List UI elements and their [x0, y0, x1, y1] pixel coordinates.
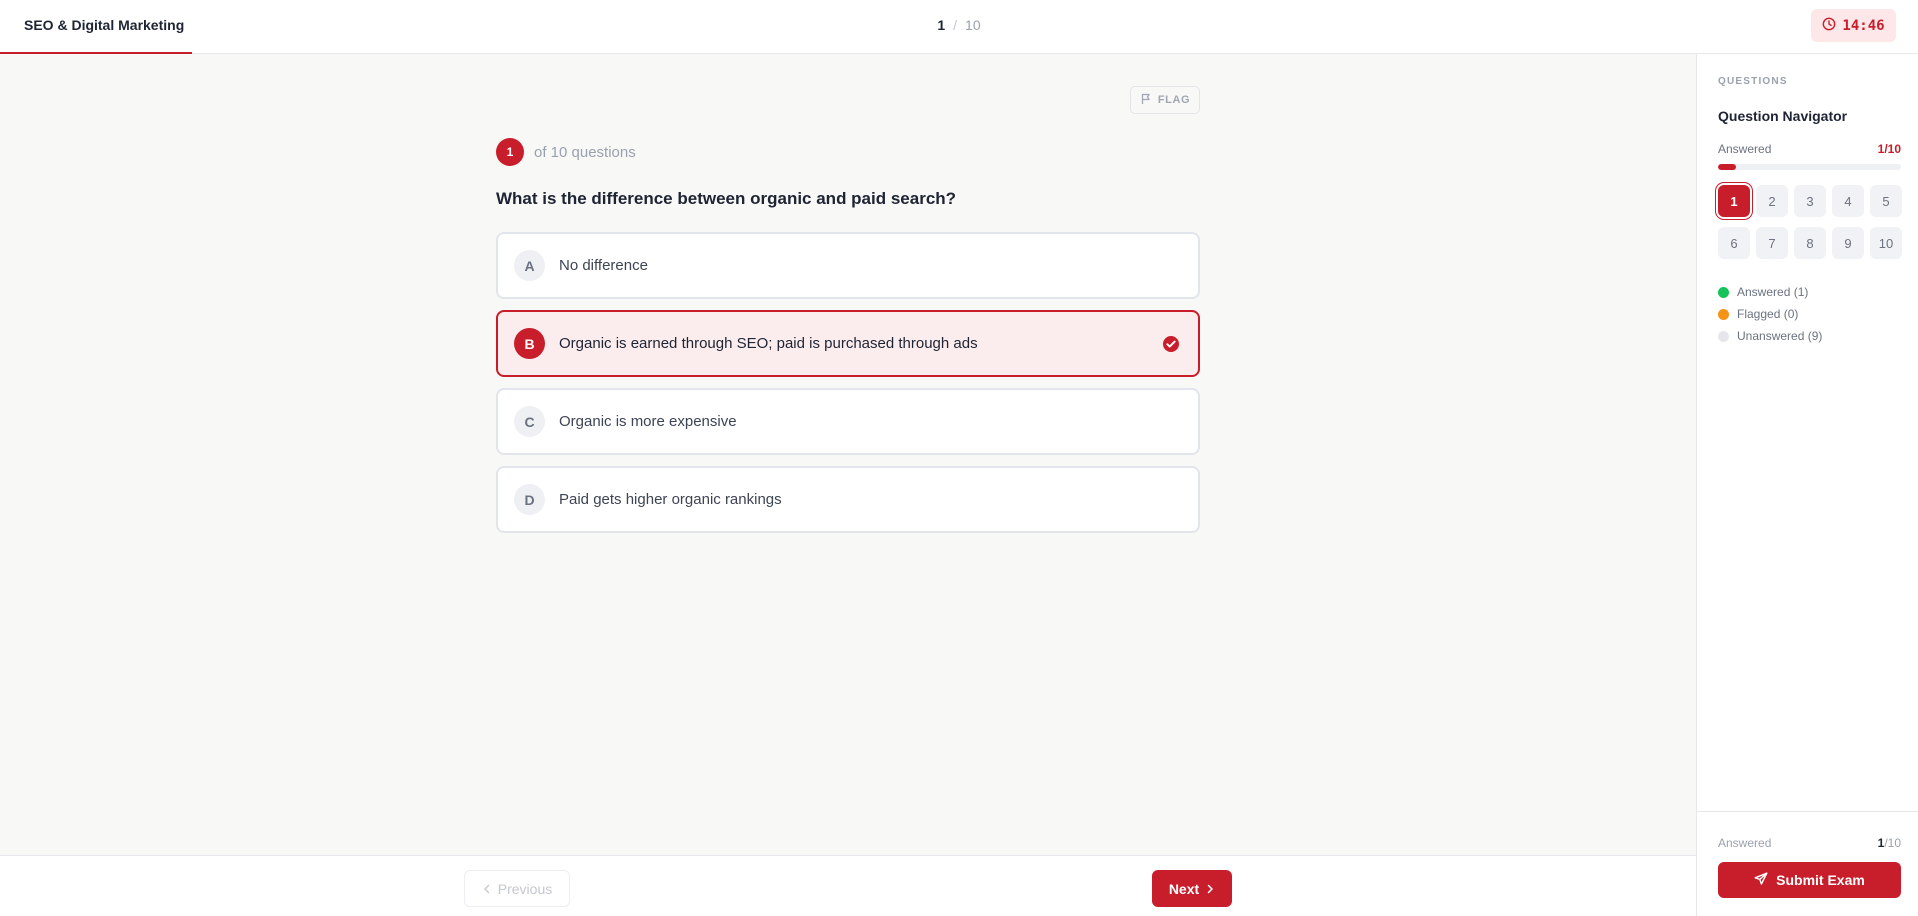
option-letter: B: [514, 328, 545, 359]
option-b[interactable]: B Organic is earned through SEO; paid is…: [496, 310, 1200, 377]
answered-summary: Answered 1/10: [1718, 142, 1901, 156]
footer-answered-count-wrap: 1/10: [1878, 836, 1901, 850]
option-text: Organic is more expensive: [559, 413, 737, 430]
answered-dot-icon: [1718, 286, 1729, 298]
legend-label: Flagged (0): [1737, 307, 1799, 321]
question-cell-2[interactable]: 2: [1756, 185, 1788, 217]
chevron-right-icon: [1205, 881, 1215, 897]
sidebar-title: Question Navigator: [1718, 108, 1848, 124]
bottom-nav-bar: Previous Next: [0, 855, 1696, 916]
option-letter: D: [514, 484, 545, 515]
legend-label: Answered (1): [1737, 285, 1809, 299]
option-a[interactable]: A No difference: [496, 232, 1200, 299]
question-cell-3[interactable]: 3: [1794, 185, 1826, 217]
option-text: Paid gets higher organic rankings: [559, 491, 782, 508]
submit-exam-button[interactable]: Submit Exam: [1718, 862, 1901, 898]
timer: 14:46: [1811, 9, 1896, 42]
question-cell-4[interactable]: 4: [1832, 185, 1864, 217]
current-question-number: 1: [937, 17, 946, 33]
option-d[interactable]: D Paid gets higher organic rankings: [496, 466, 1200, 533]
option-c[interactable]: C Organic is more expensive: [496, 388, 1200, 455]
answered-label: Answered: [1718, 142, 1772, 156]
question-header: 1 of 10 questions: [496, 138, 636, 166]
previous-label: Previous: [497, 880, 553, 897]
sidebar-footer: Answered 1/10 Submit Exam: [1697, 811, 1918, 916]
question-cell-8[interactable]: 8: [1794, 227, 1826, 259]
submit-label: Submit Exam: [1776, 872, 1865, 888]
flag-button[interactable]: FLAG: [1130, 86, 1200, 114]
previous-button[interactable]: Previous: [464, 870, 570, 907]
chevron-left-icon: [482, 881, 492, 897]
question-cell-5[interactable]: 5: [1870, 185, 1902, 217]
footer-answered-total: /10: [1884, 836, 1901, 850]
progress-fill: [1718, 164, 1737, 170]
question-cell-9[interactable]: 9: [1832, 227, 1864, 259]
footer-answered-label: Answered: [1718, 836, 1772, 850]
clock-icon: [1822, 17, 1836, 35]
question-cell-6[interactable]: 6: [1718, 227, 1750, 259]
question-text: What is the difference between organic a…: [496, 189, 957, 208]
question-cell-1[interactable]: 1: [1718, 185, 1750, 217]
option-letter: C: [514, 406, 545, 437]
answered-progress-bar: [1718, 164, 1901, 170]
status-legend: Answered (1) Flagged (0) Unanswered (9): [1718, 281, 1822, 347]
exam-title: SEO & Digital Marketing: [0, 0, 192, 54]
question-cell-7[interactable]: 7: [1756, 227, 1788, 259]
unanswered-dot-icon: [1718, 330, 1729, 342]
legend-label: Unanswered (9): [1737, 329, 1823, 343]
total-questions-number: 10: [965, 17, 981, 33]
question-cell-10[interactable]: 10: [1870, 227, 1902, 259]
legend-answered: Answered (1): [1718, 281, 1822, 303]
question-panel: FLAG 1 of 10 questions What is the diffe…: [0, 54, 1696, 856]
flagged-dot-icon: [1718, 308, 1729, 320]
counter-separator: /: [953, 17, 958, 33]
send-icon: [1754, 872, 1768, 889]
next-button[interactable]: Next: [1152, 870, 1232, 907]
sidebar-kicker: QUESTIONS: [1718, 76, 1788, 87]
check-circle-icon: [1162, 335, 1180, 358]
option-letter: A: [514, 250, 545, 281]
footer-answered-summary: Answered 1/10: [1718, 836, 1901, 850]
question-grid: 1 2 3 4 5 6 7 8 9 10: [1718, 185, 1908, 259]
timer-value: 14:46: [1842, 17, 1885, 34]
option-text: Organic is earned through SEO; paid is p…: [559, 335, 978, 352]
question-counter: 1 / 10: [0, 0, 1918, 50]
top-bar: SEO & Digital Marketing 1 / 10 14:46: [0, 0, 1918, 54]
flag-label: FLAG: [1157, 94, 1191, 106]
option-text: No difference: [559, 257, 648, 274]
question-navigator-sidebar: QUESTIONS Question Navigator Answered 1/…: [1696, 54, 1918, 916]
flag-icon: [1140, 93, 1152, 108]
question-number-badge: 1: [496, 138, 524, 166]
answer-options: A No difference B Organic is earned thro…: [496, 232, 1200, 544]
answered-value: 1/10: [1877, 142, 1901, 156]
question-of-total: of 10 questions: [534, 143, 636, 161]
legend-unanswered: Unanswered (9): [1718, 325, 1822, 347]
next-label: Next: [1168, 880, 1200, 897]
legend-flagged: Flagged (0): [1718, 303, 1822, 325]
